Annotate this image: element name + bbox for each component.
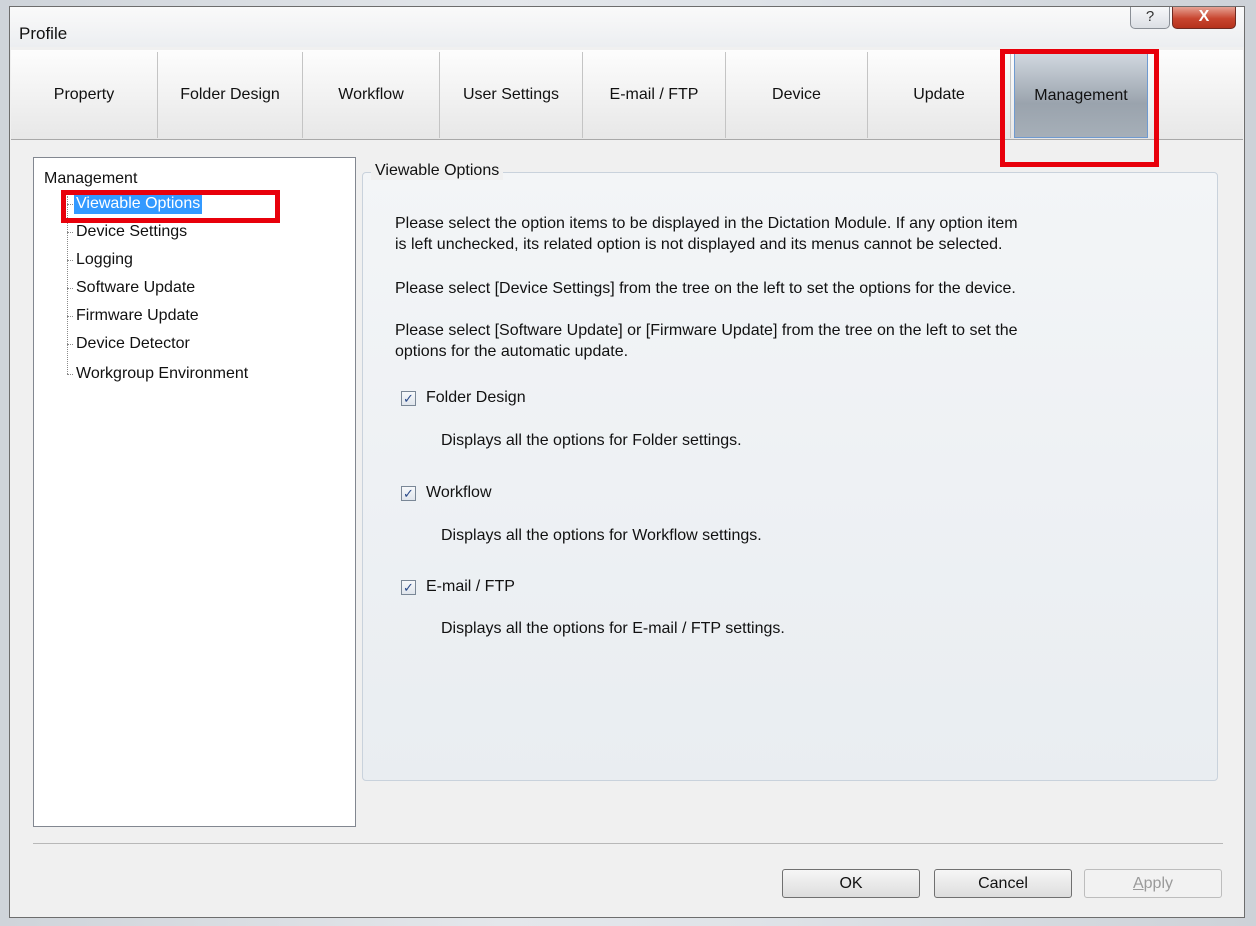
folder-design-checkbox[interactable]: ✓ (401, 390, 416, 406)
tab-label: Workflow (338, 86, 404, 103)
tab-property[interactable]: Property (11, 52, 158, 138)
ok-button[interactable]: OK (782, 869, 920, 898)
tab-email-ftp[interactable]: E-mail / FTP (583, 52, 726, 138)
instruction-line: options for the automatic update. (395, 343, 629, 360)
tree-item-label: Logging (76, 251, 133, 268)
tab-user-settings[interactable]: User Settings (440, 52, 583, 138)
check-icon: ✓ (403, 390, 414, 406)
tab-label: Management (1034, 86, 1128, 104)
tab-label: Update (913, 86, 965, 103)
instruction-text-2: Please select [Device Settings] from the… (395, 280, 1016, 297)
instruction-line: is left unchecked, its related option is… (395, 236, 1003, 253)
group-title: Viewable Options (371, 162, 504, 180)
help-icon: ? (1145, 8, 1155, 25)
tree-item-label: Firmware Update (76, 307, 199, 324)
email-ftp-description: Displays all the options for E-mail / FT… (441, 620, 785, 637)
title-bar: Profile ? X (10, 7, 1244, 47)
tree-item-label: Device Detector (76, 335, 190, 352)
tab-label: Device (772, 86, 821, 103)
tab-update[interactable]: Update (868, 52, 1011, 138)
check-icon: ✓ (403, 485, 414, 501)
viewable-options-group: Viewable Options Please select the optio… (362, 162, 1218, 781)
tree-branch (67, 259, 73, 261)
instruction-text-1: Please select the option items to be dis… (395, 213, 1195, 255)
instruction-line: Please select the option items to be dis… (395, 215, 1018, 232)
tab-label: Property (53, 86, 115, 103)
tab-workflow[interactable]: Workflow (303, 52, 440, 138)
close-icon: X (1198, 8, 1210, 25)
folder-design-description: Displays all the options for Folder sett… (441, 432, 742, 449)
tree-item-label: Workgroup Environment (76, 365, 249, 382)
close-button[interactable]: X (1172, 7, 1236, 29)
checkbox-label: Folder Design (426, 389, 526, 406)
footer-separator (33, 843, 1223, 844)
tab-label: Folder Design (180, 86, 280, 103)
tree-branch (67, 231, 73, 233)
checkbox-label: E-mail / FTP (426, 578, 515, 595)
tree-item-software-update[interactable]: Software Update (67, 276, 197, 300)
tab-label: User Settings (462, 86, 560, 103)
tree-root-management[interactable]: Management (44, 170, 137, 188)
tree-branch (67, 315, 73, 317)
profile-dialog: Profile ? X Property Folder Design Workf… (9, 6, 1245, 918)
tree-item-device-detector[interactable]: Device Detector (67, 332, 192, 356)
tab-device[interactable]: Device (726, 52, 868, 138)
tree-branch (67, 373, 73, 375)
help-button[interactable]: ? (1130, 7, 1170, 29)
email-ftp-option[interactable]: ✓ E-mail / FTP (401, 578, 515, 596)
tree-branch (67, 203, 73, 205)
tree-item-logging[interactable]: Logging (67, 248, 135, 272)
tree-item-viewable-options[interactable]: Viewable Options (67, 192, 203, 216)
workflow-description: Displays all the options for Workflow se… (441, 527, 762, 544)
instruction-line: Please select [Software Update] or [Firm… (395, 322, 1018, 339)
apply-button[interactable]: Apply (1084, 869, 1222, 898)
email-ftp-checkbox[interactable]: ✓ (401, 579, 416, 595)
tab-bar: Property Folder Design Workflow User Set… (11, 50, 1243, 140)
check-icon: ✓ (403, 579, 414, 595)
tree-item-label: Device Settings (76, 223, 188, 240)
window-title: Profile (19, 24, 68, 43)
cancel-button[interactable]: Cancel (934, 869, 1072, 898)
tab-management[interactable]: Management (1014, 52, 1148, 138)
tree-item-label: Software Update (76, 279, 196, 296)
apply-accelerator: A (1132, 874, 1144, 892)
tab-label: E-mail / FTP (609, 86, 699, 103)
tree-item-firmware-update[interactable]: Firmware Update (67, 304, 201, 328)
folder-design-option[interactable]: ✓ Folder Design (401, 389, 526, 407)
tree-item-workgroup-environment[interactable]: Workgroup Environment (67, 362, 250, 386)
navigation-tree: Management Viewable Options Device Setti… (33, 157, 356, 827)
tab-folder-design[interactable]: Folder Design (158, 52, 303, 138)
checkbox-label: Workflow (426, 484, 492, 501)
instruction-text-3: Please select [Software Update] or [Firm… (395, 320, 1195, 362)
tree-branch (67, 343, 73, 345)
tree-branch (67, 287, 73, 289)
tree-item-label: Viewable Options (74, 194, 203, 214)
apply-label: pply (1143, 874, 1174, 892)
workflow-checkbox[interactable]: ✓ (401, 485, 416, 501)
workflow-option[interactable]: ✓ Workflow (401, 484, 492, 502)
tree-item-device-settings[interactable]: Device Settings (67, 220, 189, 244)
